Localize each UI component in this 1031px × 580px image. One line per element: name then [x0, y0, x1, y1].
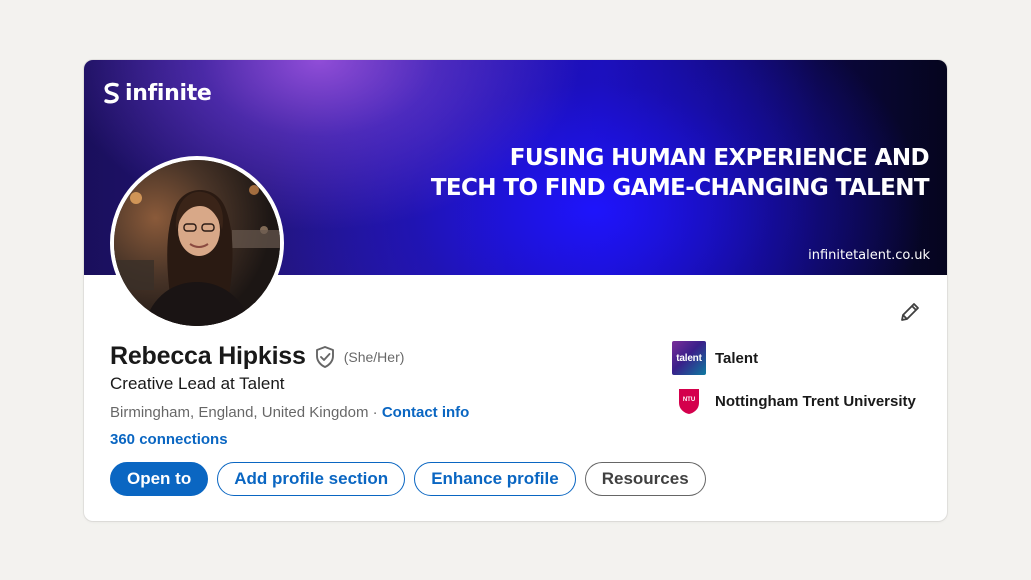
edit-intro-button[interactable]: [892, 294, 928, 330]
org-item-ntu[interactable]: NTU Nottingham Trent University: [672, 383, 916, 419]
infinite-mark-icon: [104, 82, 119, 104]
talent-logo-text: talent: [676, 352, 702, 364]
location-row: Birmingham, England, United Kingdom · Co…: [110, 404, 469, 421]
connections-link[interactable]: 360 connections: [110, 431, 228, 448]
contact-info-link[interactable]: Contact info: [382, 404, 470, 421]
banner-url: infinitetalent.co.uk: [808, 248, 930, 263]
org-item-talent[interactable]: talent Talent: [672, 340, 916, 376]
open-to-button[interactable]: Open to: [110, 462, 209, 496]
add-profile-section-button[interactable]: Add profile section: [217, 462, 406, 496]
org-list: talent Talent NTU Nottingham Trent Unive…: [672, 340, 916, 426]
infinite-logo-text: infinite: [125, 80, 212, 106]
location-separator: ·: [368, 404, 382, 421]
org-name-talent: Talent: [715, 349, 759, 367]
name-row: Rebecca Hipkiss (She/Her): [110, 342, 404, 371]
avatar[interactable]: [110, 156, 284, 330]
banner-headline-line2: TECH TO FIND GAME-CHANGING TALENT: [430, 175, 930, 201]
banner-headline-line1: FUSING HUMAN EXPERIENCE AND: [509, 145, 930, 171]
enhance-profile-button[interactable]: Enhance profile: [414, 462, 576, 496]
banner-headline: FUSING HUMAN EXPERIENCE AND TECH TO FIND…: [430, 143, 930, 203]
resources-button[interactable]: Resources: [584, 462, 706, 496]
pronouns: (She/Her): [343, 348, 405, 365]
talent-logo: talent: [672, 341, 706, 375]
avatar-photo: [114, 160, 280, 326]
org-name-ntu: Nottingham Trent University: [715, 392, 916, 410]
verified-shield-icon[interactable]: [314, 345, 336, 369]
ntu-logo-text: NTU: [683, 397, 695, 403]
ntu-logo: NTU: [672, 384, 706, 418]
profile-name: Rebecca Hipkiss: [110, 342, 306, 370]
profile-actions: Open to Add profile section Enhance prof…: [110, 462, 706, 496]
infinite-logo: infinite: [101, 80, 212, 106]
location: Birmingham, England, United Kingdom: [110, 404, 369, 421]
profile-headline: Creative Lead at Talent: [110, 374, 285, 393]
pencil-icon: [901, 303, 919, 321]
profile-card: infinite FUSING HUMAN EXPERIENCE AND TEC…: [84, 60, 947, 521]
